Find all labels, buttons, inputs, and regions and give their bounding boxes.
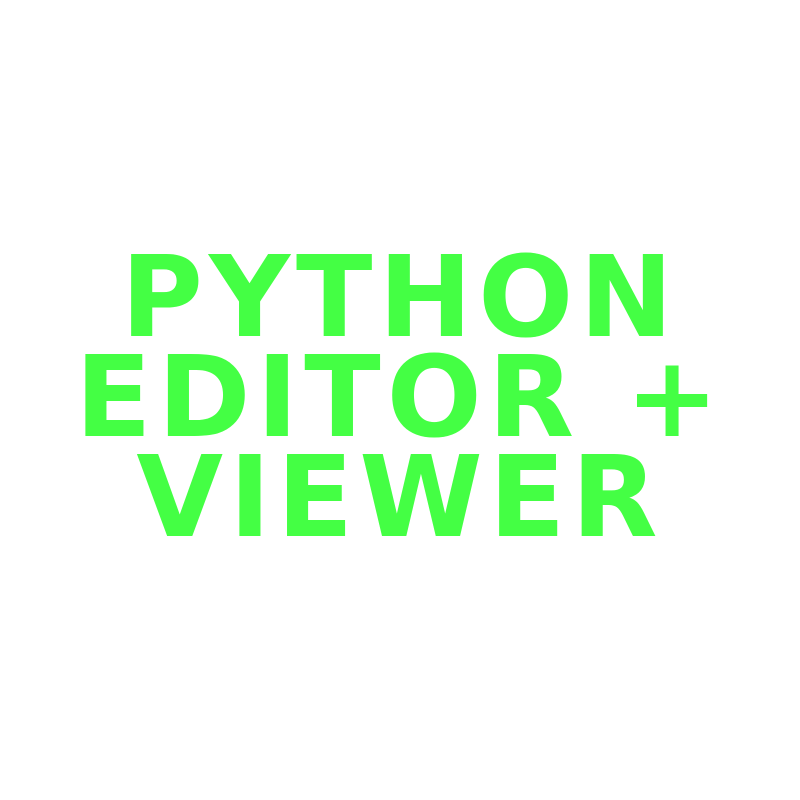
logo-wordmark: PYTHON EDITOR + VIEWER — [0, 242, 800, 563]
logo-line-3: VIEWER — [136, 433, 664, 563]
logo-canvas: PYTHON EDITOR + VIEWER — [0, 0, 800, 800]
